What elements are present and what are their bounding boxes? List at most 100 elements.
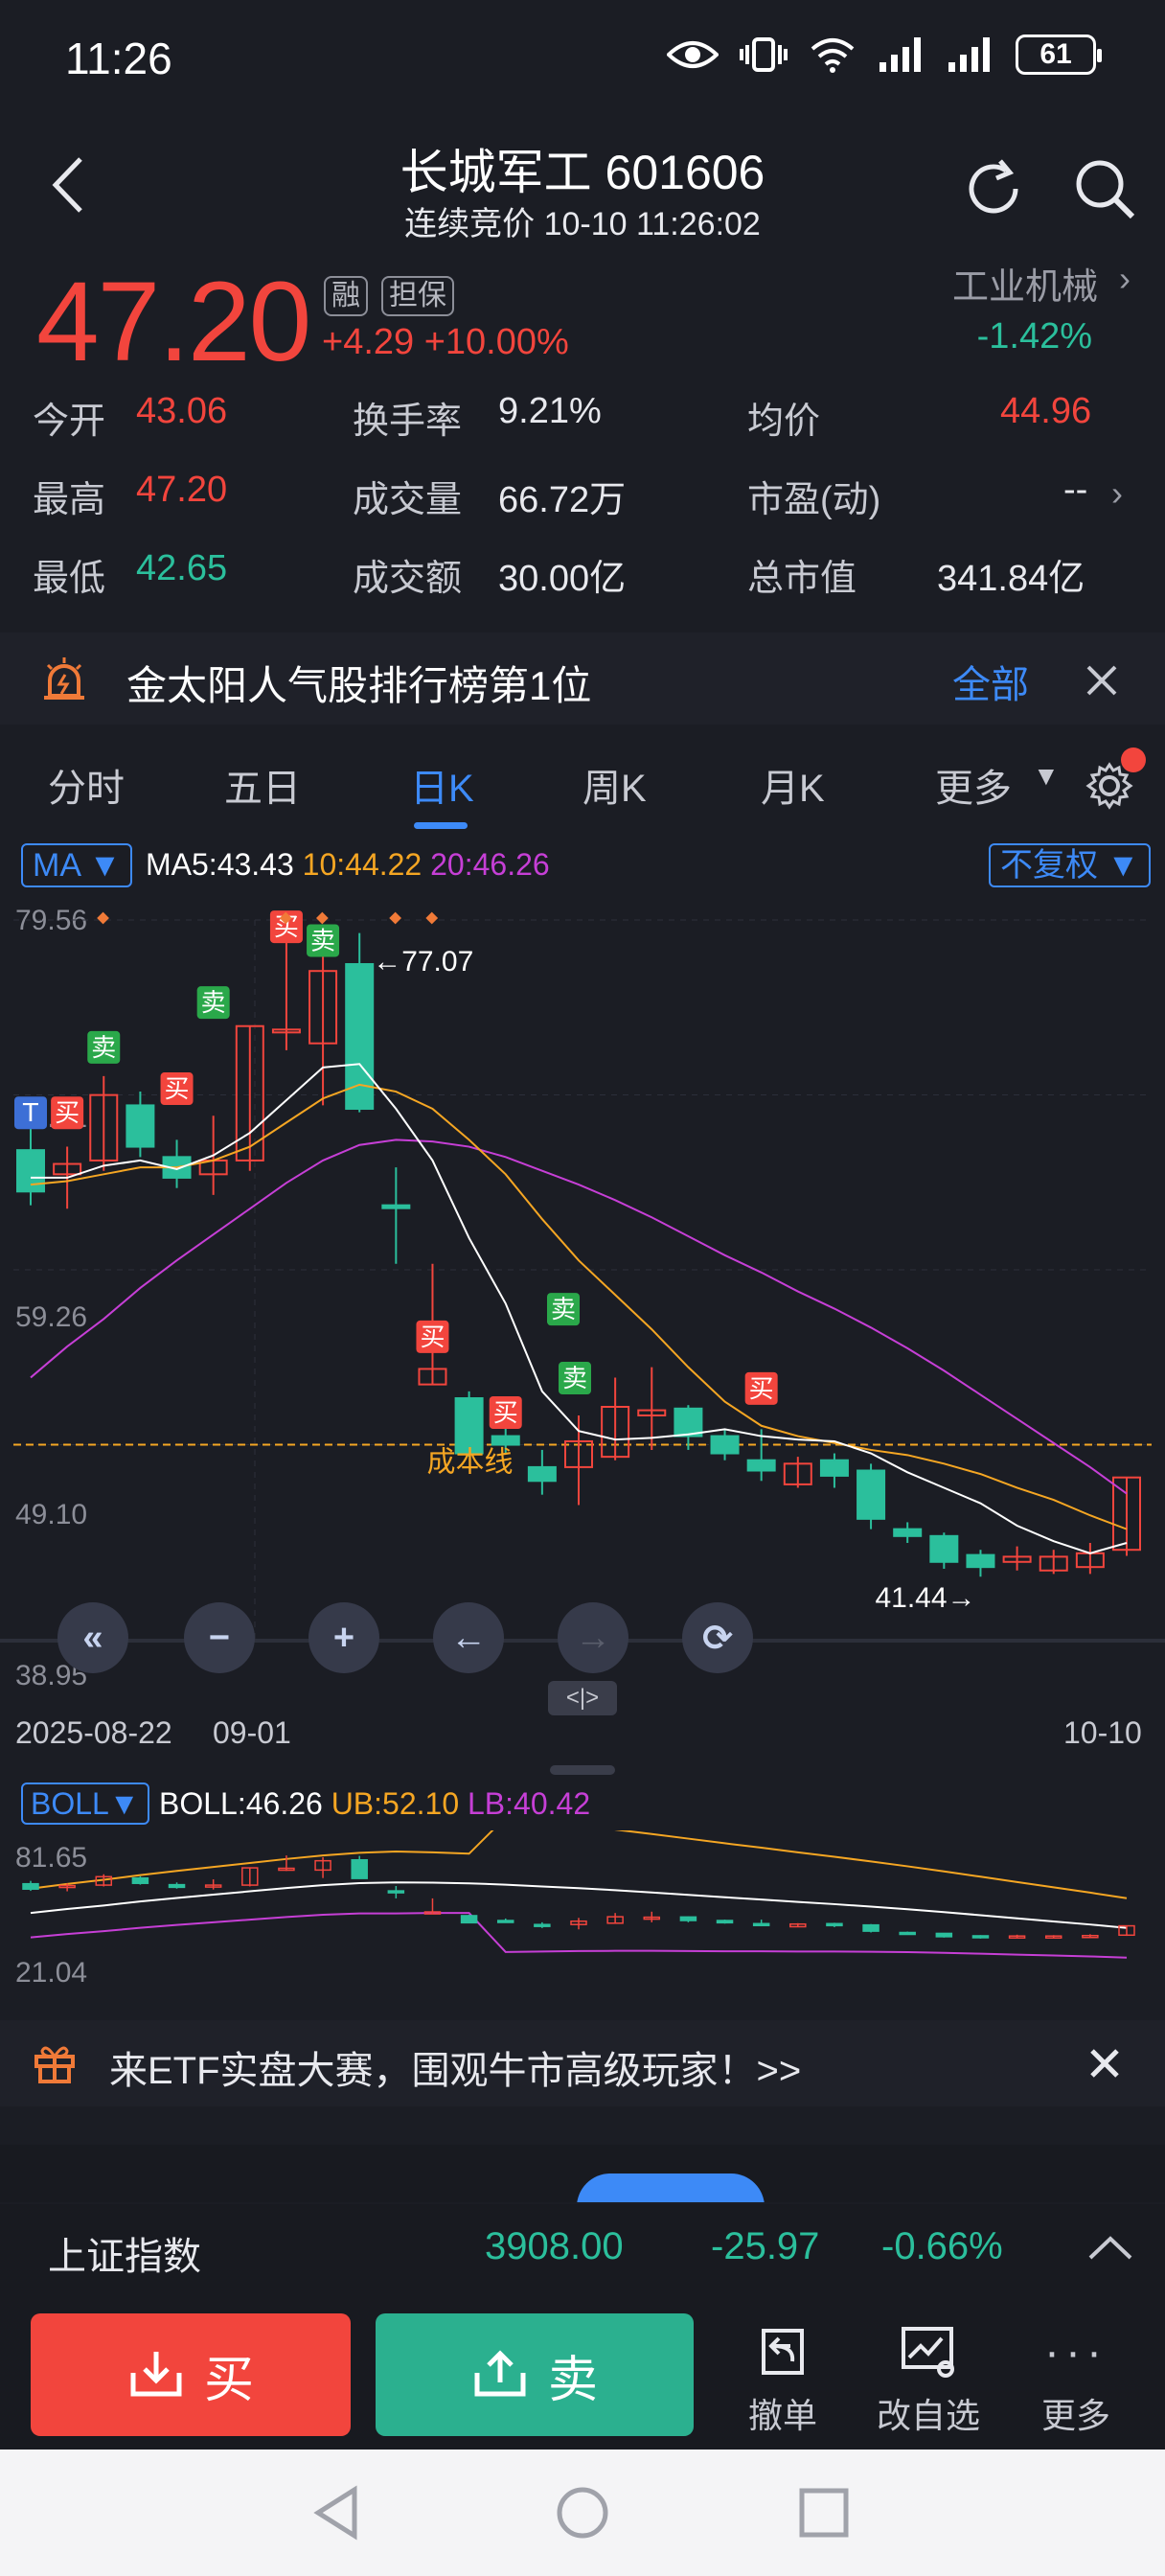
battery-icon: 61 xyxy=(1016,34,1102,75)
amount-label: 成交额 xyxy=(353,559,463,599)
ma-selector-label: MA xyxy=(33,847,80,884)
ma20-value: 20:46.26 xyxy=(430,847,550,882)
more-actions-button[interactable]: ··· 更多 xyxy=(1014,2315,1138,2438)
zoom-out-button[interactable]: − xyxy=(184,1602,255,1673)
nav-recents-icon[interactable] xyxy=(797,2486,851,2540)
candle xyxy=(710,1435,740,1455)
ma-values: MA5:43.43 10:44.22 20:46.26 xyxy=(146,847,550,883)
chevron-up-icon[interactable] xyxy=(1086,2233,1134,2262)
info-tab-active[interactable] xyxy=(577,2174,765,2202)
boll-candle xyxy=(679,1916,697,1921)
edit-watchlist-button[interactable]: 改自选 xyxy=(866,2315,991,2438)
chart-tabs: 分时 五日 日K 周K 月K 更多 ▼ xyxy=(0,748,1165,834)
tab-weekly-k[interactable]: 周K xyxy=(582,757,647,813)
scroll-left-button[interactable]: ← xyxy=(433,1602,504,1673)
drag-handle[interactable]: <|> xyxy=(548,1681,617,1715)
system-nav-bar xyxy=(0,2450,1165,2576)
more-dots-icon: ··· xyxy=(1044,2326,1108,2378)
ma-selector[interactable]: MA ▼ xyxy=(21,843,133,887)
low-label: 最低 xyxy=(33,559,106,599)
promo-text[interactable]: 来ETF实盘大赛，围观牛市高级玩家！>> xyxy=(109,2039,801,2095)
cancel-order-button[interactable]: 撤单 xyxy=(720,2315,845,2438)
boll-candle xyxy=(862,1923,879,1932)
tab-daily-k[interactable]: 日K xyxy=(410,757,474,813)
low-value: 42.65 xyxy=(136,548,228,588)
candle xyxy=(674,1407,703,1438)
buy-icon xyxy=(130,2352,182,2397)
trade-mark: 买 xyxy=(165,1075,190,1104)
rotate-button[interactable]: ⟳ xyxy=(682,1602,753,1673)
high-marker: ←77.07 xyxy=(373,946,473,978)
tab-active-indicator xyxy=(414,822,468,829)
event-dot xyxy=(425,911,439,925)
boll-candle xyxy=(826,1922,843,1927)
index-value: 3908.00 xyxy=(485,2225,624,2267)
index-percent: -0.66% xyxy=(881,2225,1003,2267)
nav-home-icon[interactable] xyxy=(554,2484,611,2542)
event-dot xyxy=(97,911,109,925)
close-icon[interactable] xyxy=(1088,2047,1121,2080)
cancel-order-label: 撤单 xyxy=(747,2396,817,2435)
boll-candle xyxy=(22,1882,39,1890)
tab-five-day[interactable]: 五日 xyxy=(224,757,301,813)
x-label: 09-01 xyxy=(213,1715,291,1750)
sell-label: 卖 xyxy=(547,2352,598,2408)
resize-handle[interactable] xyxy=(550,1765,615,1775)
status-bar: 11:26 61 xyxy=(0,0,1165,115)
candle xyxy=(819,1459,849,1477)
boll-chart[interactable] xyxy=(0,1830,1165,1993)
trade-mark: 买 xyxy=(493,1399,518,1428)
tab-intraday[interactable]: 分时 xyxy=(48,757,125,813)
boll-selector[interactable]: BOLL▼ xyxy=(21,1782,149,1825)
mktcap-label: 总市值 xyxy=(747,559,857,599)
vibrate-icon xyxy=(740,37,788,72)
refresh-icon[interactable] xyxy=(958,153,1029,224)
trade-mark: 买 xyxy=(420,1323,445,1352)
boll-candle xyxy=(716,1920,734,1924)
zoom-in-button[interactable]: + xyxy=(308,1602,379,1673)
sector-link[interactable]: 工业机械 xyxy=(952,257,1098,310)
nav-back-icon[interactable] xyxy=(310,2484,362,2542)
boll-candle xyxy=(971,1935,990,1939)
price-change: +4.29 +10.00% xyxy=(322,322,569,363)
boll-candle xyxy=(168,1883,186,1889)
info-tabs-partial xyxy=(0,2145,1165,2202)
search-icon[interactable] xyxy=(1069,153,1140,224)
trade-mark: 卖 xyxy=(91,1034,116,1063)
boll-selector-label: BOLL xyxy=(31,1786,109,1821)
current-price: 47.20 xyxy=(36,259,311,385)
boll-candle xyxy=(131,1876,149,1884)
notice-text[interactable]: 金太阳人气股排行榜第1位 xyxy=(126,654,591,712)
trade-mark: 卖 xyxy=(562,1365,587,1393)
chevron-right-icon[interactable]: › xyxy=(1119,259,1131,299)
tab-monthly-k[interactable]: 月K xyxy=(761,757,825,813)
candle xyxy=(929,1534,959,1563)
trade-mark: 买 xyxy=(55,1099,80,1128)
boll-candle xyxy=(460,1915,478,1924)
candle xyxy=(126,1104,155,1148)
boll-candle xyxy=(899,1931,916,1936)
tab-more[interactable]: 更多 xyxy=(935,757,1012,813)
status-icons: 61 xyxy=(667,34,1102,75)
notice-all-link[interactable]: 全部 xyxy=(952,654,1029,709)
index-name: 上证指数 xyxy=(48,2236,201,2278)
boll-candle xyxy=(534,1923,551,1927)
close-icon[interactable] xyxy=(1083,661,1121,700)
candle xyxy=(16,1149,45,1193)
margin-tag: 融 xyxy=(324,276,368,316)
boll-mid: BOLL:46.26 xyxy=(159,1786,323,1821)
buy-button[interactable]: 买 xyxy=(31,2313,351,2436)
sell-button[interactable]: 卖 xyxy=(376,2313,694,2436)
adjust-selector[interactable]: 不复权 ▼ xyxy=(989,843,1152,887)
boll-ub: UB:52.10 xyxy=(331,1786,460,1821)
dropdown-icon[interactable]: ▼ xyxy=(1033,761,1060,792)
kline-chart[interactable]: ←77.0741.44→成本线T 买卖买卖买 卖买买卖卖买 xyxy=(0,891,1165,1696)
boll-lb: LB:40.42 xyxy=(468,1786,591,1821)
trade-mark: T xyxy=(22,1099,38,1128)
chevron-right-icon[interactable]: › xyxy=(1111,473,1123,514)
scroll-right-button[interactable]: → xyxy=(558,1602,628,1673)
rewind-button[interactable]: « xyxy=(57,1602,128,1673)
adjust-selector-label: 不复权 xyxy=(1000,847,1098,884)
wifi-icon xyxy=(811,38,855,73)
x-label: 10-10 xyxy=(1063,1715,1142,1750)
